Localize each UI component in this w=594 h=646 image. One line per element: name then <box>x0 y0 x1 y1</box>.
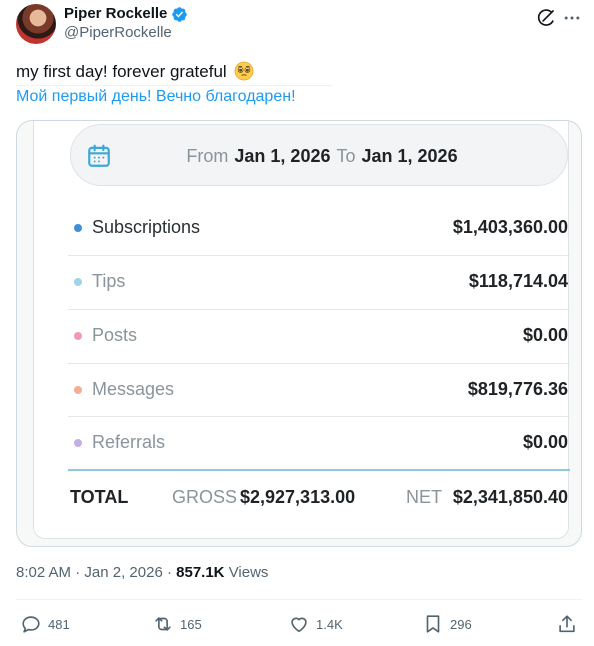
heart-icon <box>291 617 307 633</box>
earnings-panel: From Jan 1, 2026 To Jan 1, 2026 Subscriptio… <box>33 121 570 539</box>
net-value: $2,341,850.40 <box>452 487 568 507</box>
like-count: 1.4K <box>316 616 343 632</box>
translation-text[interactable]: Мой первый день! Вечно благодарен! <box>16 87 296 107</box>
more-icon[interactable] <box>562 8 582 28</box>
bookmark-button[interactable]: 296 <box>422 612 472 636</box>
total-divider <box>68 469 570 471</box>
post-time[interactable]: 8:02 AM <box>16 564 71 581</box>
meta-separator: · <box>75 564 81 581</box>
category-amount: $819,776.36 <box>467 379 568 399</box>
media-image[interactable]: From Jan 1, 2026 To Jan 1, 2026 Subscriptio… <box>16 120 582 547</box>
to-label: To <box>336 146 356 166</box>
earnings-row-messages: Messages $819,776.36 <box>68 363 570 416</box>
tweet-text-content: my first day! forever grateful <box>16 62 227 81</box>
meta-divider <box>16 599 582 600</box>
total-label: TOTAL <box>70 487 129 507</box>
earnings-row-posts: Posts $0.00 <box>68 309 570 362</box>
reply-icon <box>22 616 40 633</box>
avatar[interactable] <box>16 4 56 44</box>
category-label: Referrals <box>92 432 166 452</box>
category-amount: $0.00 <box>522 325 568 345</box>
category-label: Tips <box>92 271 126 291</box>
share-icon <box>559 615 575 633</box>
views-label: Views <box>228 564 269 581</box>
earnings-row-tips: Tips $118,714.04 <box>68 255 570 308</box>
category-dot <box>74 278 82 286</box>
views-count[interactable]: 857.1K <box>176 564 224 581</box>
repost-count: 165 <box>180 616 202 632</box>
totals-row: TOTAL GROSS $2,927,313.00 NET $2,341,850… <box>68 482 570 512</box>
pleading-face-emoji <box>235 61 254 81</box>
share-button[interactable] <box>556 612 578 636</box>
tweet-text: my first day! forever grateful <box>16 61 254 83</box>
from-date: Jan 1, 2026 <box>234 146 331 166</box>
repost-button[interactable]: 165 <box>152 612 202 636</box>
author-name-row[interactable]: Piper Rockelle <box>64 5 188 23</box>
author-handle[interactable]: @PiperRockelle <box>64 23 188 43</box>
category-amount: $1,403,360.00 <box>452 217 568 237</box>
like-button[interactable]: 1.4K <box>288 612 343 636</box>
category-dot <box>74 439 82 447</box>
category-dot <box>74 224 82 232</box>
meta-separator: · <box>166 564 172 581</box>
gross-value: $2,927,313.00 <box>240 487 356 507</box>
author-display-name[interactable]: Piper Rockelle <box>64 5 167 23</box>
reply-button[interactable]: 481 <box>20 612 70 636</box>
category-amount: $118,714.04 <box>468 271 568 291</box>
repost-icon <box>155 617 171 631</box>
earnings-row-referrals: Referrals $0.00 <box>68 416 570 469</box>
action-bar: 481 165 1.4K 296 <box>16 612 582 636</box>
category-dot <box>74 332 82 340</box>
translation-divider <box>16 85 332 86</box>
tweet-meta: 8:02 AM · Jan 2, 2026 · 857.1K Views <box>16 563 268 583</box>
verified-badge-icon <box>172 6 188 22</box>
net-label: NET <box>406 487 442 507</box>
category-label: Subscriptions <box>92 217 201 237</box>
category-label: Messages <box>92 379 175 399</box>
category-dot <box>74 386 82 394</box>
date-range-selector: From Jan 1, 2026 To Jan 1, 2026 <box>70 124 568 186</box>
earnings-row-subscriptions: Subscriptions $1,403,360.00 <box>68 201 570 254</box>
category-amount: $0.00 <box>522 432 568 452</box>
gross-label: GROSS <box>172 487 238 507</box>
post-date[interactable]: Jan 2, 2026 <box>84 564 162 581</box>
date-range-text: From Jan 1, 2026 To Jan 1, 2026 <box>71 144 567 168</box>
to-date: Jan 1, 2026 <box>361 146 458 166</box>
bookmark-icon <box>426 615 440 633</box>
tweet-header: Piper Rockelle @PiperRockelle <box>16 4 582 48</box>
grok-icon[interactable] <box>536 8 556 28</box>
bookmark-count: 296 <box>450 616 472 632</box>
author-block: Piper Rockelle @PiperRockelle <box>64 5 188 43</box>
category-label: Posts <box>92 325 138 345</box>
from-label: From <box>186 146 229 166</box>
reply-count: 481 <box>48 616 70 632</box>
